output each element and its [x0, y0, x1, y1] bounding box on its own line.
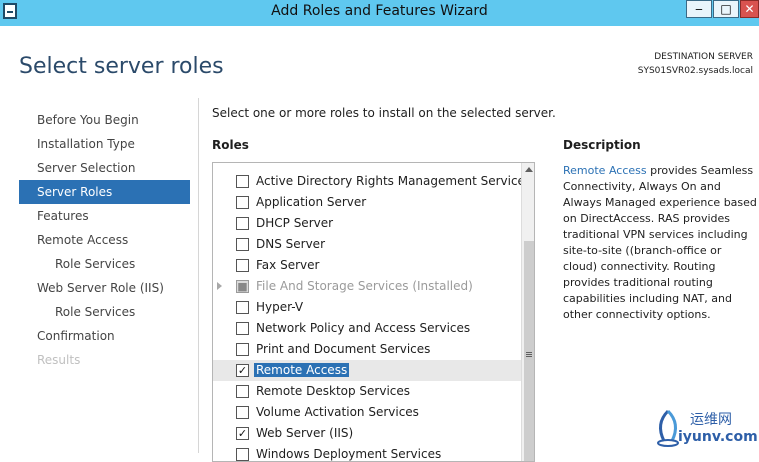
role-label: Web Server (IIS)	[256, 426, 354, 440]
window-titlebar[interactable]: Add Roles and Features Wizard ‒ □ ✕	[0, 0, 759, 26]
role-label: Network Policy and Access Services	[256, 321, 471, 335]
role-row[interactable]: Fax Server	[213, 255, 521, 276]
role-label: Hyper-V	[256, 300, 304, 314]
role-label: File And Storage Services (Installed)	[256, 279, 473, 293]
role-checkbox[interactable]	[236, 217, 249, 230]
role-checkbox[interactable]	[236, 259, 249, 272]
role-row[interactable]: ■ File And Storage Services (Installed)	[213, 276, 521, 297]
role-checkbox: ■	[236, 280, 249, 293]
grip-icon	[526, 356, 532, 357]
role-label: Fax Server	[256, 258, 320, 272]
role-row[interactable]: Print and Document Services	[213, 339, 521, 360]
role-checkbox[interactable]: ✓	[236, 427, 249, 440]
role-checkbox[interactable]	[236, 406, 249, 419]
role-label: Volume Activation Services	[256, 405, 419, 419]
role-checkbox[interactable]	[236, 301, 249, 314]
role-checkbox[interactable]	[236, 322, 249, 335]
role-row[interactable]: Network Policy and Access Services	[213, 318, 521, 339]
instruction-text: Select one or more roles to install on t…	[212, 106, 556, 120]
description-heading: Description	[563, 138, 641, 152]
role-row[interactable]: Application Server	[213, 192, 521, 213]
nav-item-results: Results	[37, 353, 81, 367]
description-link[interactable]: Remote Access	[563, 164, 647, 177]
role-label: Print and Document Services	[256, 342, 431, 356]
watermark-en-text: iyunv.com	[678, 429, 758, 445]
role-label: Active Directory Rights Management Servi…	[256, 174, 532, 188]
role-checkbox[interactable]	[236, 238, 249, 251]
grip-icon	[526, 354, 532, 355]
role-checkbox[interactable]	[236, 448, 249, 461]
window-title: Add Roles and Features Wizard	[271, 3, 488, 19]
nav-item-features[interactable]: Features	[19, 204, 190, 228]
role-checkbox[interactable]	[236, 343, 249, 356]
nav-divider	[198, 98, 199, 453]
maximize-button[interactable]: □	[713, 0, 739, 18]
nav-item-web-server-role-services[interactable]: Role Services	[19, 300, 190, 324]
minimize-button[interactable]: ‒	[686, 0, 712, 18]
expand-arrow-icon[interactable]	[217, 282, 222, 290]
role-label: Remote Desktop Services	[256, 384, 411, 398]
role-row[interactable]: ✓ Web Server (IIS)	[213, 423, 521, 444]
role-row[interactable]: DNS Server	[213, 234, 521, 255]
scroll-thumb[interactable]	[524, 241, 534, 461]
grip-icon	[526, 352, 532, 353]
role-row-selected[interactable]: ✓ Remote Access	[213, 360, 521, 381]
description-text: Remote Access provides Seamless Connecti…	[563, 163, 758, 323]
nav-item-remote-access[interactable]: Remote Access	[19, 228, 190, 252]
nav-item-server-selection[interactable]: Server Selection	[19, 156, 190, 180]
roles-list[interactable]: Active Directory Rights Management Servi…	[212, 162, 535, 462]
nav-item-remote-access-role-services[interactable]: Role Services	[19, 252, 190, 276]
nav-item-confirmation[interactable]: Confirmation	[19, 324, 190, 348]
role-checkbox[interactable]: ✓	[236, 364, 249, 377]
scroll-up-arrow-icon[interactable]	[525, 167, 533, 172]
role-checkbox[interactable]	[236, 175, 249, 188]
destination-server-label: DESTINATION SERVER	[654, 52, 753, 62]
role-row[interactable]: Active Directory Rights Management Servi…	[213, 171, 531, 192]
page-title: Select server roles	[19, 54, 224, 79]
roles-heading: Roles	[212, 138, 249, 152]
role-label: DNS Server	[256, 237, 325, 251]
nav-item-before-you-begin[interactable]: Before You Begin	[19, 108, 190, 132]
watermark: 运维网 iyunv.com	[650, 405, 759, 453]
watermark-cn-text: 运维网	[690, 412, 732, 428]
role-label: Remote Access	[254, 363, 350, 377]
role-row[interactable]: Hyper-V	[213, 297, 521, 318]
roles-scrollbar[interactable]	[521, 163, 534, 461]
nav-item-web-server-role[interactable]: Web Server Role (IIS)	[19, 276, 190, 300]
role-checkbox[interactable]	[236, 196, 249, 209]
role-label: Windows Deployment Services	[256, 447, 442, 461]
destination-server-value: SYS01SVR02.sysads.local	[637, 66, 753, 76]
role-label: Application Server	[256, 195, 367, 209]
description-body: provides Seamless Connectivity, Always O…	[563, 164, 757, 321]
role-checkbox[interactable]	[236, 385, 249, 398]
role-row[interactable]: Volume Activation Services	[213, 402, 521, 423]
role-row[interactable]: DHCP Server	[213, 213, 521, 234]
nav-item-installation-type[interactable]: Installation Type	[19, 132, 190, 156]
role-row[interactable]: Windows Deployment Services	[213, 444, 521, 461]
wizard-nav: Before You Begin Installation Type Serve…	[19, 108, 190, 372]
role-row[interactable]: Remote Desktop Services	[213, 381, 521, 402]
role-label: DHCP Server	[256, 216, 334, 230]
nav-item-server-roles[interactable]: Server Roles	[19, 180, 190, 204]
close-button[interactable]: ✕	[740, 0, 759, 18]
